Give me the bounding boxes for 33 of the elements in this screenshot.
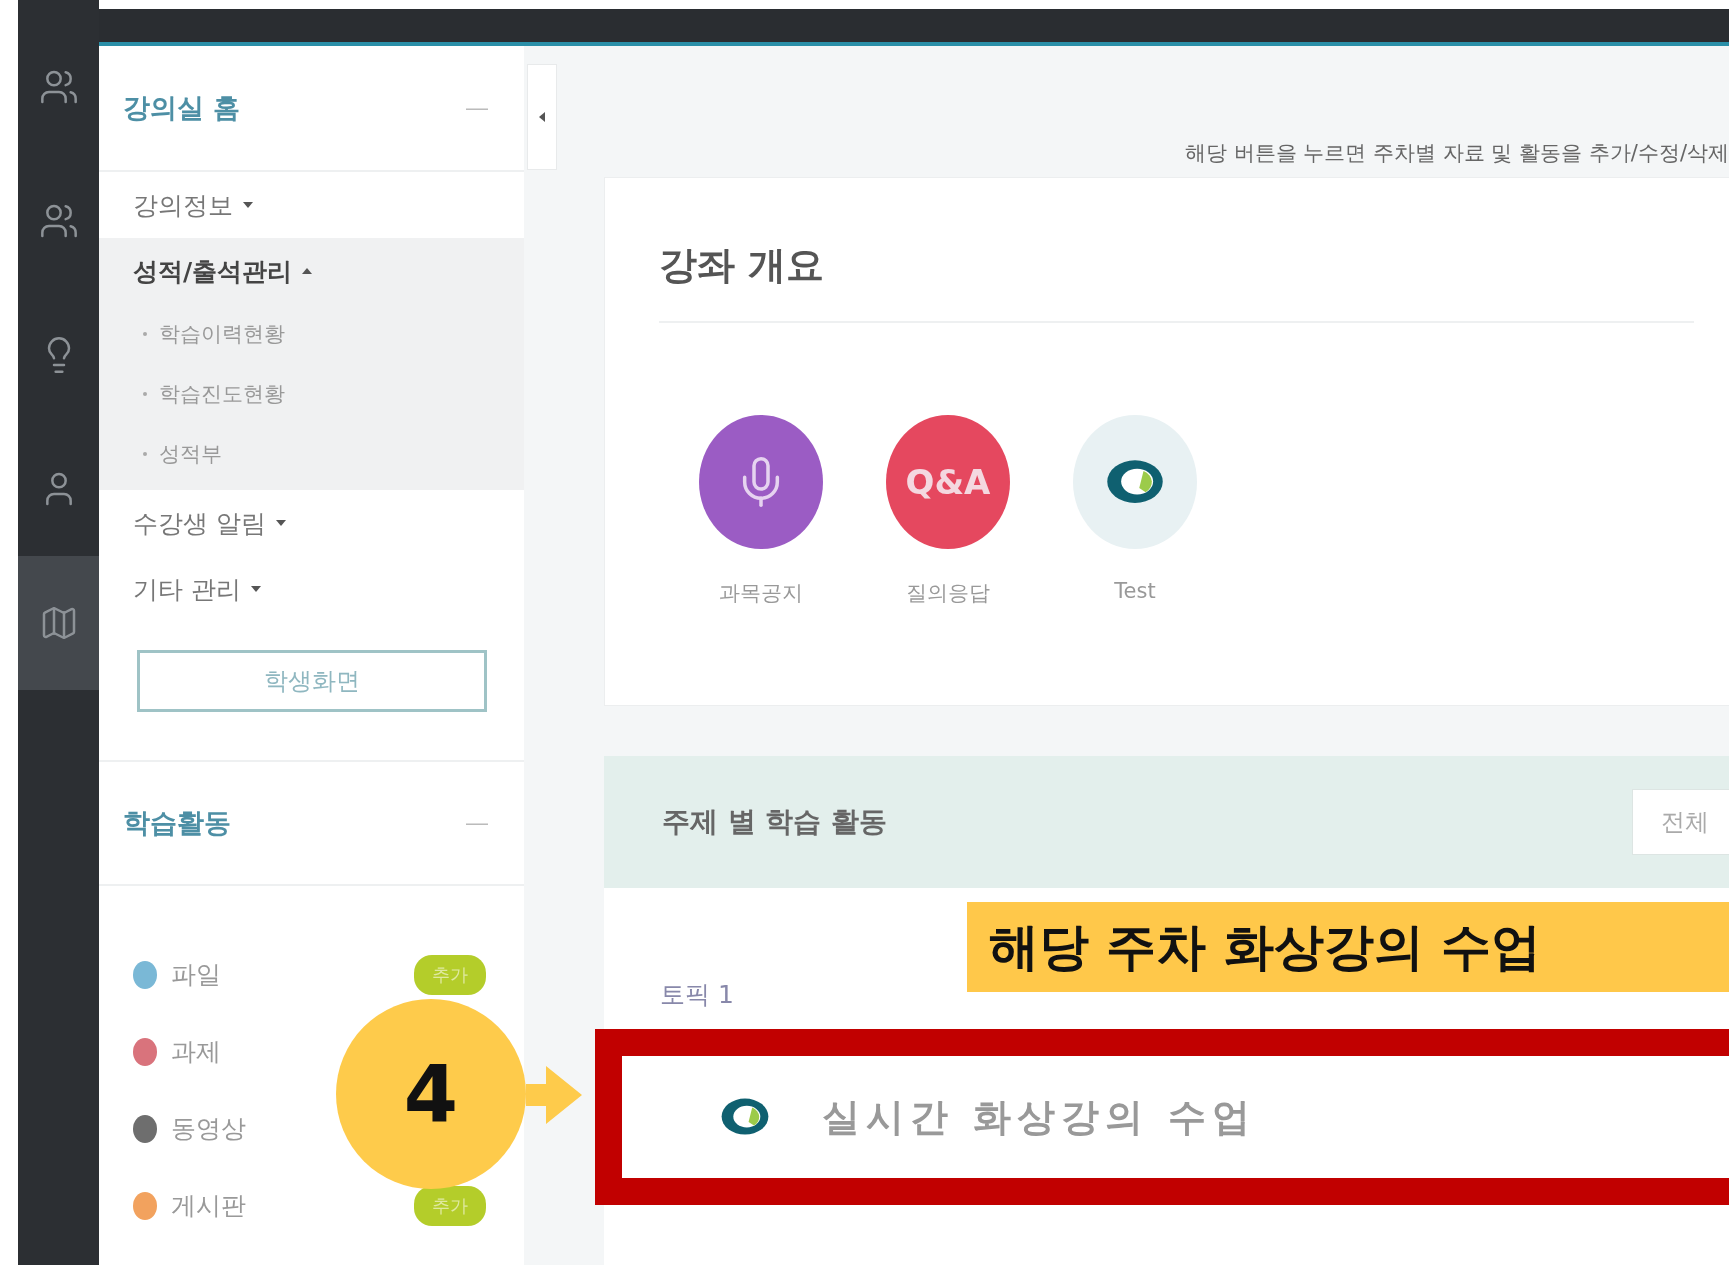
caret-icon (275, 520, 286, 526)
menu-item[interactable]: 수강생 알림 (99, 490, 524, 556)
caret-icon (243, 202, 253, 208)
section-title: 주제 별 학습 활동 (662, 804, 888, 840)
sidebar-toggle-button[interactable] (527, 64, 557, 170)
submenu-item[interactable]: 학습이력현황 (99, 304, 524, 364)
submenu-item[interactable]: 학습진도현황 (99, 364, 524, 424)
callout-banner: 해당 주차 화상강의 수업 (967, 902, 1729, 992)
shortcut-label: 질의응답 (906, 580, 990, 607)
caret-icon (250, 586, 261, 592)
activity-type-label[interactable]: 파일 (171, 958, 221, 991)
activity-type-label[interactable]: 동영상 (171, 1112, 246, 1145)
menu-item[interactable]: 기타 관리 (99, 556, 524, 622)
activity-type-label[interactable]: 과제 (171, 1035, 221, 1068)
filter-button[interactable]: 전체 (1632, 789, 1729, 855)
collapse-button[interactable]: — (466, 95, 488, 121)
panel-title: 학습활동 (123, 806, 231, 840)
collapse-button[interactable]: — (466, 810, 488, 836)
qa-button[interactable]: Q&A (886, 415, 1010, 549)
shortcut-label: Test (1114, 579, 1156, 603)
caret-left-icon (539, 112, 545, 122)
menu-item[interactable]: 성적/출석관리 (99, 238, 524, 304)
card-title: 강좌 개요 (659, 240, 1694, 323)
caret-icon (302, 268, 313, 274)
panel-title: 강의실 홈 (123, 91, 241, 125)
pointer-arrow-icon (526, 1066, 582, 1124)
menu-item[interactable]: 강의정보 (99, 172, 524, 238)
topic-title: 토픽 1 (659, 979, 735, 1011)
submenu-item[interactable]: 성적부 (99, 424, 524, 484)
shortcut-label: 과목공지 (719, 580, 803, 607)
hint-text: 해당 버튼을 누르면 주차별 자료 및 활동을 추가/수정/삭제 (1184, 140, 1729, 167)
student-view-button[interactable]: 학생화면 (137, 650, 487, 712)
activity-type-label[interactable]: 게시판 (171, 1189, 246, 1222)
